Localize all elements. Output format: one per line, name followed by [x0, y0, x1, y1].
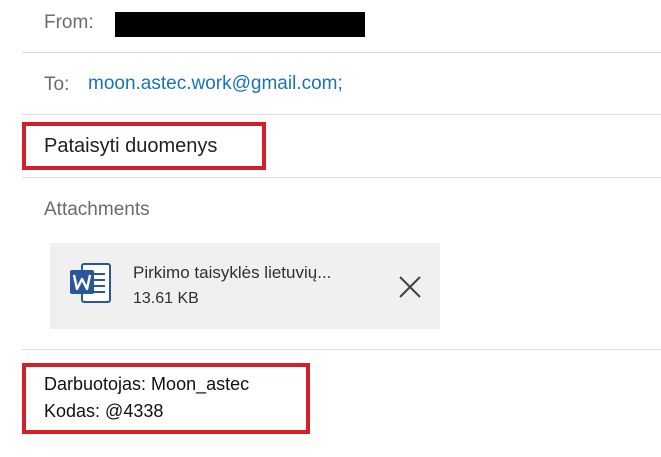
close-icon [399, 276, 421, 298]
divider [22, 177, 661, 178]
remove-attachment-button[interactable] [396, 273, 424, 301]
word-document-icon [68, 260, 114, 306]
divider [22, 52, 661, 53]
divider [22, 349, 661, 350]
redacted-sender [115, 12, 365, 37]
body-highlight-box [22, 363, 310, 434]
attachments-label: Attachments [44, 199, 150, 220]
recipient-address[interactable]: moon.astec.work@gmail.com; [88, 73, 343, 95]
attachment-name: Pirkimo taisyklės lietuvių... [133, 263, 332, 282]
attachment-card[interactable]: Pirkimo taisyklės lietuvių... 13.61 KB [50, 243, 440, 329]
subject-highlight-box [22, 122, 266, 170]
to-label: To: [44, 74, 70, 95]
from-label: From: [44, 12, 94, 33]
attachment-size: 13.61 KB [133, 290, 199, 307]
divider [22, 114, 661, 115]
